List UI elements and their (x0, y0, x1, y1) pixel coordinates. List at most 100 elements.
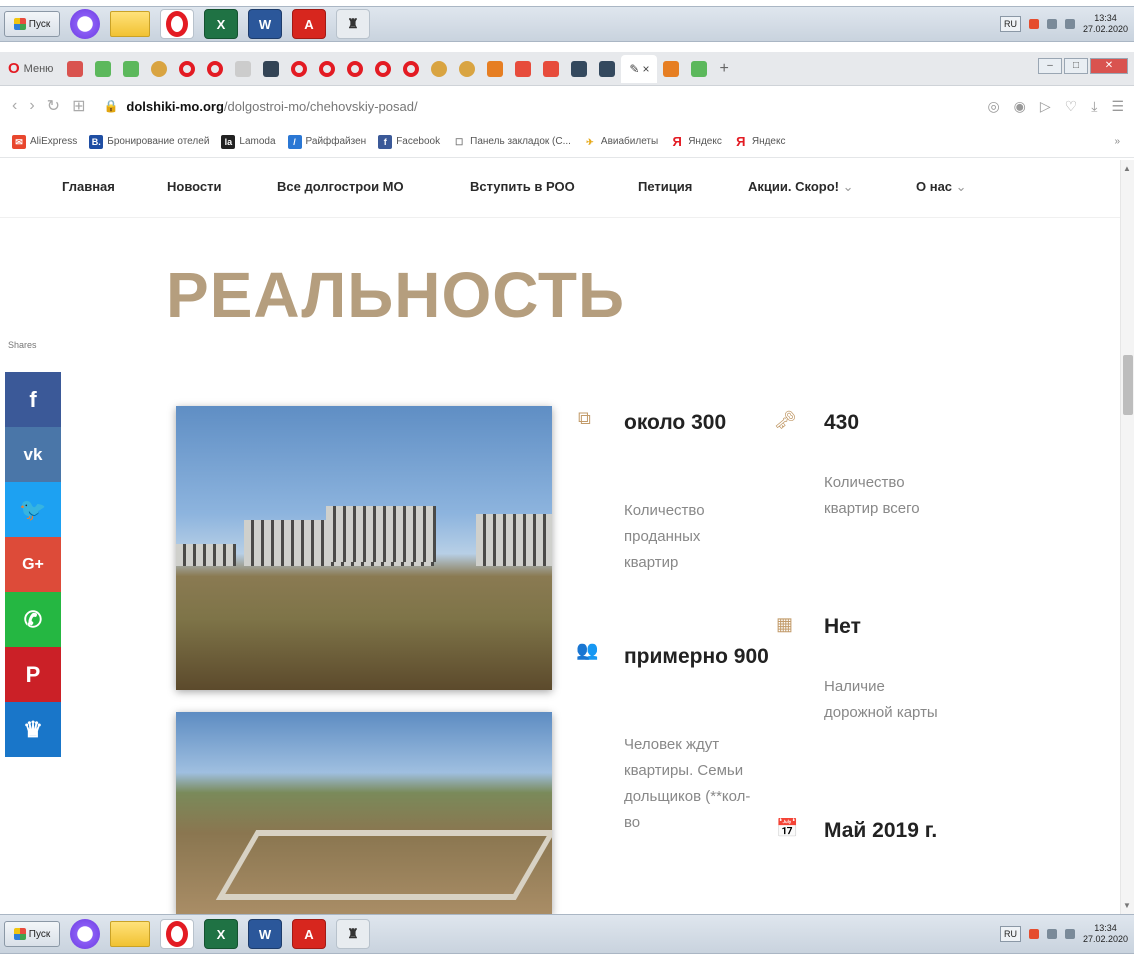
system-tray: RU 13:34 27.02.2020 (999, 923, 1128, 945)
pdf-app-icon[interactable]: A (292, 9, 326, 39)
bookmark-raiffeisen[interactable]: / Райффайзен (287, 134, 366, 149)
forward-icon[interactable]: › (29, 97, 34, 115)
heart-icon[interactable]: ♡ (1065, 98, 1078, 115)
scroll-down-icon[interactable]: ▼ (1123, 901, 1131, 910)
chevron-down-icon: ⌄ (955, 179, 967, 194)
close-window-icon[interactable]: ✕ (1090, 58, 1128, 74)
maximize-icon[interactable]: □ (1064, 58, 1088, 74)
send-icon[interactable]: ▷ (1040, 98, 1051, 115)
tab-favicon[interactable] (543, 60, 560, 77)
vpn-icon[interactable]: ◉ (1014, 98, 1026, 115)
tab-favicon[interactable] (403, 60, 420, 77)
whatsapp-share-button[interactable]: ✆ (5, 592, 61, 647)
network-icon[interactable] (1046, 929, 1057, 939)
bookmark-lamoda[interactable]: la Lamoda (221, 134, 276, 149)
language-indicator[interactable]: RU (999, 926, 1021, 942)
excel-app-icon[interactable]: X (204, 9, 238, 39)
misc-app-icon[interactable]: ♜ (336, 919, 370, 949)
facebook-share-button[interactable]: f (5, 372, 61, 427)
clock[interactable]: 13:34 27.02.2020 (1083, 13, 1128, 35)
tab-favicon[interactable] (571, 60, 588, 77)
nav-join[interactable]: Вступить в РОО (470, 179, 575, 194)
tray-app-icon[interactable] (1028, 929, 1039, 939)
minimize-icon[interactable]: – (1038, 58, 1062, 74)
tab-favicon[interactable] (691, 60, 708, 77)
camera-icon[interactable]: ◎ (987, 98, 999, 115)
page-scrollbar[interactable]: ▲ ▼ (1120, 160, 1134, 914)
tab-favicon[interactable] (151, 60, 168, 77)
word-app-icon[interactable]: W (248, 919, 282, 949)
tab-favicon[interactable] (459, 60, 476, 77)
pdf-app-icon[interactable]: A (292, 919, 326, 949)
back-icon[interactable]: ‹ (12, 97, 17, 115)
nav-news[interactable]: Новости (167, 179, 222, 194)
start-button[interactable]: Пуск (4, 921, 60, 947)
bookmark-yandex[interactable]: Я Яндекс (734, 134, 785, 149)
volume-icon[interactable] (1064, 929, 1075, 939)
bookmark-icon: B. (89, 134, 104, 149)
tab-favicon[interactable] (515, 60, 532, 77)
bookmark-folder[interactable]: ☐ Панель закладок (С... (452, 135, 571, 149)
nav-petition[interactable]: Петиция (638, 179, 692, 194)
new-tab-icon[interactable]: + (719, 60, 728, 78)
tab-favicon[interactable] (207, 60, 224, 77)
tray-app-icon[interactable] (1028, 19, 1039, 29)
easy-setup-icon[interactable]: ☰ (1111, 98, 1124, 115)
download-icon[interactable]: ⤓ (1091, 98, 1097, 115)
tab-favicon[interactable] (375, 60, 392, 77)
crown-share-button[interactable]: ♛ (5, 702, 61, 757)
browser-menu-button[interactable]: O Меню (0, 60, 61, 77)
speed-dial-icon[interactable]: ⊞ (72, 96, 85, 116)
scroll-up-icon[interactable]: ▲ (1123, 164, 1131, 173)
nav-home[interactable]: Главная (62, 179, 115, 194)
tab-favicon[interactable] (95, 60, 112, 77)
volume-icon[interactable] (1064, 19, 1075, 29)
url-path[interactable]: /dolgostroi-mo/chehovskiy-posad/ (224, 99, 418, 114)
tab-favicon[interactable] (431, 60, 448, 77)
vk-share-button[interactable]: vk (5, 427, 61, 482)
tab-favicon[interactable] (263, 60, 280, 77)
reload-icon[interactable]: ↻ (47, 96, 60, 116)
tab-favicon[interactable] (487, 60, 504, 77)
tab-favicon[interactable] (235, 60, 252, 77)
url-domain[interactable]: dolshiki-mo.org (126, 99, 224, 114)
alice-app-icon[interactable] (70, 9, 100, 39)
tab-favicon[interactable] (67, 60, 84, 77)
tab-favicon[interactable] (599, 60, 616, 77)
alice-app-icon[interactable] (70, 919, 100, 949)
bookmark-booking[interactable]: B. Бронирование отелей (89, 134, 209, 149)
opera-app-icon[interactable] (160, 9, 194, 39)
bookmark-flights[interactable]: ✈ Авиабилеты (583, 135, 658, 149)
nav-about[interactable]: О нас ⌄ (916, 179, 967, 195)
tab-favicon[interactable] (319, 60, 336, 77)
tab-favicon[interactable] (179, 60, 196, 77)
tab-close-icon[interactable]: × (642, 62, 649, 76)
nav-all-projects[interactable]: Все долгострои МО (277, 179, 404, 194)
bookmark-aliexpress[interactable]: ✉ AliExpress (12, 134, 77, 149)
roadmap-value: Нет (824, 615, 861, 638)
active-tab[interactable]: ✎ × (621, 54, 658, 83)
folder-app-icon[interactable] (110, 11, 150, 37)
bookmark-facebook[interactable]: f Facebook (378, 134, 440, 149)
tab-favicon[interactable] (347, 60, 364, 77)
nav-actions[interactable]: Акции. Скоро! ⌄ (748, 179, 854, 195)
word-app-icon[interactable]: W (248, 9, 282, 39)
excel-app-icon[interactable]: X (204, 919, 238, 949)
folder-app-icon[interactable] (110, 921, 150, 947)
bookmark-yandex[interactable]: Я Яндекс (670, 134, 722, 149)
opera-app-icon[interactable] (160, 919, 194, 949)
twitter-share-button[interactable]: 🐦 (5, 482, 61, 537)
start-button[interactable]: Пуск (4, 11, 60, 37)
nav-about-label: О нас (916, 179, 953, 194)
tab-favicon[interactable] (663, 60, 680, 77)
misc-app-icon[interactable]: ♜ (336, 9, 370, 39)
tab-favicon[interactable] (123, 60, 140, 77)
gplus-share-button[interactable]: G+ (5, 537, 61, 592)
scrollbar-thumb[interactable] (1123, 355, 1133, 415)
tab-favicon[interactable] (291, 60, 308, 77)
pinterest-share-button[interactable]: P (5, 647, 61, 702)
clock[interactable]: 13:34 27.02.2020 (1083, 923, 1128, 945)
network-icon[interactable] (1046, 19, 1057, 29)
language-indicator[interactable]: RU (999, 16, 1021, 32)
bookmarks-overflow-icon[interactable]: » (1114, 136, 1120, 147)
